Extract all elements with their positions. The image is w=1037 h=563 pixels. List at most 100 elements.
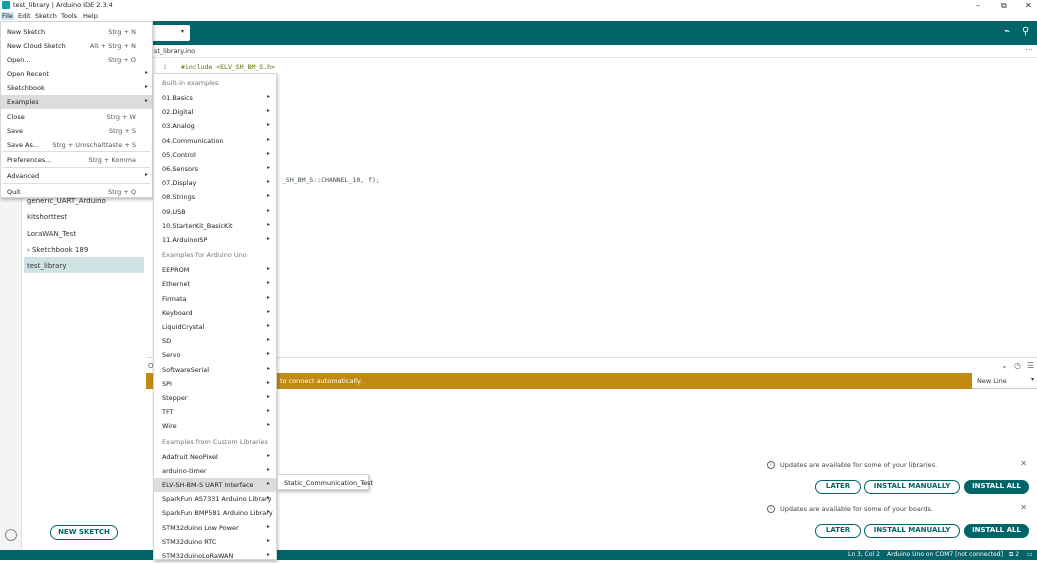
menu-help[interactable]: Help	[82, 12, 99, 20]
chevron-right-icon: ▸	[266, 192, 270, 200]
line-ending-select[interactable]: New Line ▾	[972, 373, 1037, 389]
file-menu-item[interactable]: Sketchbook ▸	[1, 81, 152, 95]
menu-item-label: New Sketch	[7, 28, 46, 36]
chevron-right-icon: ▸	[266, 336, 270, 344]
later-button[interactable]: LATER	[815, 480, 861, 494]
cursor-position: Ln 3, Col 2	[848, 551, 880, 558]
sketch-item[interactable]: kitshorttest	[27, 213, 67, 221]
file-menu-item[interactable]: Quit Strg + Q	[1, 185, 152, 199]
menu-sketch[interactable]: Sketch	[34, 12, 58, 20]
code-editor[interactable]: st_library.ino ⋯ 1 #include <ELV_SH_BM_S…	[146, 45, 1037, 355]
examples-menu-item[interactable]: 11.ArduinoISP ▸	[154, 233, 276, 247]
file-menu-item[interactable]: Examples ▸	[1, 95, 152, 109]
examples-menu-item[interactable]: Ethernet ▸	[154, 277, 276, 291]
menu-edit[interactable]: Edit	[17, 12, 32, 20]
examples-menu-item[interactable]: 03.Analog ▸	[154, 119, 276, 133]
examples-menu-item[interactable]: SoftwareSerial ▸	[154, 363, 276, 377]
examples-menu-item[interactable]: LiquidCrystal ▸	[154, 320, 276, 334]
panel-toggle-icon[interactable]: ▭	[1027, 551, 1033, 558]
examples-menu-item[interactable]: arduino-timer ▸	[154, 464, 276, 478]
file-menu-item[interactable]: New Cloud Sketch Alt + Strg + N	[1, 39, 152, 53]
examples-menu-item[interactable]: 04.Communication ▸	[154, 134, 276, 148]
sketch-item[interactable]: LoraWAN_Test	[27, 230, 76, 238]
menu-item-shortcut: Strg + Q	[107, 188, 136, 196]
examples-menu-item[interactable]: 08.Strings ▸	[154, 190, 276, 204]
examples-menu-item[interactable]: 05.Control ▸	[154, 148, 276, 162]
collapse-icon[interactable]: ⌄	[1001, 361, 1008, 370]
examples-menu-item[interactable]: Keyboard ▸	[154, 306, 276, 320]
examples-menu-item[interactable]: TFT ▸	[154, 405, 276, 419]
examples-menu-item[interactable]: 01.Basics ▸	[154, 91, 276, 105]
examples-menu-item[interactable]: STM32duinoLoRaWAN ▸	[154, 549, 276, 563]
menu-item-label: Wire	[162, 422, 177, 431]
serial-plotter-icon[interactable]: ⌁	[1004, 26, 1010, 37]
later-button[interactable]: LATER	[815, 524, 861, 538]
examples-menu-item[interactable]: 09.USB ▸	[154, 205, 276, 219]
chevron-right-icon: ▸	[266, 508, 270, 516]
close-icon[interactable]: ✕	[1020, 459, 1027, 468]
file-menu-item[interactable]: Save As... Strg + Umschalttaste + S	[1, 138, 152, 152]
examples-menu-item[interactable]: Adafruit NeoPixel ▸	[154, 450, 276, 464]
code-line: _SH_BM_S::CHANNEL_10, f);	[282, 176, 380, 184]
sketchbook-folder[interactable]: › Sketchbook 189	[27, 246, 88, 254]
clock-icon[interactable]: ◷	[1014, 361, 1021, 370]
notification-count[interactable]: ⧉ 2	[1009, 551, 1019, 559]
examples-menu-item[interactable]: 10.StarterKit_BasicKit ▸	[154, 219, 276, 233]
install-manually-button[interactable]: INSTALL MANUALLY	[864, 524, 960, 538]
examples-menu-item[interactable]: ELV-SH-BM-S UART Interface ▸	[154, 478, 276, 492]
examples-menu-item[interactable]: 06.Sensors ▸	[154, 162, 276, 176]
examples-menu-item[interactable]: Servo ▸	[154, 348, 276, 362]
menu-item-label: Ethernet	[162, 280, 190, 289]
file-menu-item[interactable]: Save Strg + S	[1, 124, 152, 138]
file-menu-item[interactable]: Close Strg + W	[1, 110, 152, 124]
menu-section-header: Examples for Arduino Uno	[162, 251, 247, 260]
examples-menu-item[interactable]: SPI ▸	[154, 377, 276, 391]
chevron-right-icon: ▸	[266, 536, 270, 544]
new-sketch-button[interactable]: NEW SKETCH	[50, 525, 118, 540]
notification-message: Updates are available for some of your b…	[780, 505, 933, 513]
chevron-right-icon: ▸	[144, 69, 148, 76]
chevron-right-icon: ▸	[266, 407, 270, 415]
chevron-right-icon: ▸	[266, 220, 270, 228]
file-menu-item[interactable]: Open Recent ▸	[1, 67, 152, 81]
examples-menu-item[interactable]: SparkFun AS7331 Arduino Library ▸	[154, 492, 276, 506]
maximize-icon[interactable]: ⧉	[1001, 0, 1007, 11]
minimize-icon[interactable]: –	[976, 0, 980, 11]
examples-menu-item[interactable]: SD ▸	[154, 334, 276, 348]
install-all-button[interactable]: INSTALL ALL	[964, 480, 1029, 494]
menu-item-label: Static_Communication_Test	[284, 479, 374, 487]
examples-menu-item[interactable]: Wire ▸	[154, 419, 276, 433]
examples-menu-item[interactable]: STM32duino Low Power ▸	[154, 521, 276, 535]
menu-separator	[3, 108, 150, 109]
close-icon[interactable]: ✕	[1020, 503, 1027, 512]
serial-monitor-icon[interactable]: ⚲	[1022, 26, 1029, 37]
file-menu-item[interactable]: Open... Strg + O	[1, 53, 152, 67]
menu-tools[interactable]: Tools	[60, 12, 78, 20]
menu-item-label: Quit	[7, 188, 21, 196]
examples-menu-item[interactable]: EEPROM ▸	[154, 263, 276, 277]
account-icon[interactable]	[5, 529, 17, 541]
menu-icon[interactable]: ☰	[1027, 361, 1034, 370]
examples-menu-item[interactable]: Firmata ▸	[154, 292, 276, 306]
menu-item-label: 07.Display	[162, 179, 197, 188]
menu-section-header: Built-in examples	[162, 79, 219, 87]
examples-submenu: Built-in examples 01.Basics ▸ 02.Digital ▸ 03…	[153, 73, 277, 560]
close-icon[interactable]: ✕	[1025, 0, 1032, 11]
examples-menu-item[interactable]: SparkFun BMP581 Arduino Library ▸	[154, 506, 276, 520]
file-menu-item[interactable]: Preferences... Strg + Komma	[1, 153, 152, 167]
install-manually-button[interactable]: INSTALL MANUALLY	[864, 480, 960, 494]
menu-item-static-communication-test[interactable]: Static_Communication_Test	[278, 476, 373, 490]
examples-menu-item[interactable]: 07.Display ▸	[154, 176, 276, 190]
board-status[interactable]: Arduino Uno on COM7 [not connected]	[887, 551, 1003, 558]
more-icon[interactable]: ⋯	[1025, 45, 1033, 54]
install-all-button[interactable]: INSTALL ALL	[964, 524, 1029, 538]
editor-tab[interactable]: st_library.ino	[154, 47, 195, 55]
notification-message: Updates are available for some of your l…	[780, 461, 938, 469]
examples-menu-item[interactable]: Stepper ▸	[154, 391, 276, 405]
examples-menu-item[interactable]: 02.Digital ▸	[154, 105, 276, 119]
menu-file[interactable]: File	[1, 12, 14, 20]
menu-bar: File Edit Sketch Tools Help	[0, 11, 1037, 21]
examples-menu-item[interactable]: STM32duino RTC ▸	[154, 535, 276, 549]
file-menu-item[interactable]: New Sketch Strg + N	[1, 25, 152, 39]
file-menu-item[interactable]: Advanced ▸	[1, 169, 152, 183]
